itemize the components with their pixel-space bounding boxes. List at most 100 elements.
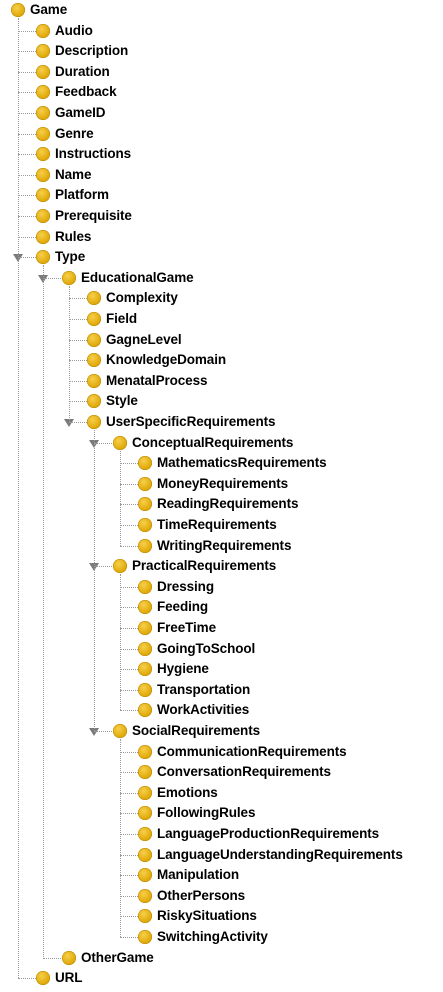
tree-node-prerequisite[interactable]: Prerequisite: [36, 206, 132, 226]
tree-node-genre[interactable]: Genre: [36, 124, 94, 144]
tree-node-label: EducationalGame: [81, 270, 194, 285]
tree-connector-line: [120, 451, 121, 546]
tree-node-language-understanding-requirements[interactable]: LanguageUnderstandingRequirements: [138, 845, 403, 865]
class-bullet-icon: [113, 559, 127, 573]
tree-node-conceptual-requirements[interactable]: ConceptualRequirements: [113, 433, 293, 453]
tree-node-audio[interactable]: Audio: [36, 21, 93, 41]
tree-connector-line: [18, 195, 36, 196]
tree-connector-line: [120, 896, 138, 897]
class-bullet-icon: [87, 291, 101, 305]
tree-node-label: LanguageProductionRequirements: [157, 826, 380, 841]
tree-node-label: Description: [55, 43, 129, 58]
tree-connector-line: [120, 855, 138, 856]
tree-node-instructions[interactable]: Instructions: [36, 144, 131, 164]
tree-node-label: Manipulation: [157, 867, 240, 882]
tree-node-menatal-process[interactable]: MenatalProcess: [87, 371, 208, 391]
tree-node-feedback[interactable]: Feedback: [36, 82, 117, 102]
tree-node-transportation[interactable]: Transportation: [138, 680, 250, 700]
tree-node-label: PracticalRequirements: [132, 558, 277, 573]
tree-node-work-activities[interactable]: WorkActivities: [138, 700, 249, 720]
tree-connector-line: [120, 546, 138, 547]
tree-node-feeding[interactable]: Feeding: [138, 597, 208, 617]
class-bullet-icon: [87, 333, 101, 347]
tree-node-complexity[interactable]: Complexity: [87, 288, 178, 308]
expand-triangle-icon[interactable]: [89, 728, 99, 736]
tree-node-label: ReadingRequirements: [157, 496, 299, 511]
tree-connector-line: [120, 937, 138, 938]
expand-triangle-icon[interactable]: [89, 440, 99, 448]
tree-node-description[interactable]: Description: [36, 41, 128, 61]
class-bullet-icon: [62, 271, 76, 285]
expand-triangle-icon[interactable]: [64, 419, 74, 427]
tree-node-other-game[interactable]: OtherGame: [62, 948, 154, 968]
tree-node-mathematics-requirements[interactable]: MathematicsRequirements: [138, 453, 327, 473]
tree-connector-line: [18, 92, 36, 93]
tree-connector-line: [120, 649, 138, 650]
tree-node-label: URL: [55, 970, 83, 985]
tree-node-label: Platform: [55, 187, 109, 202]
tree-connector-line: [120, 504, 138, 505]
tree-connector-line: [18, 978, 36, 979]
tree-node-risky-situations[interactable]: RiskySituations: [138, 906, 257, 926]
tree-node-manipulation[interactable]: Manipulation: [138, 865, 239, 885]
tree-node-gagne-level[interactable]: GagneLevel: [87, 330, 182, 350]
tree-connector-line: [18, 154, 36, 155]
tree-node-other-persons[interactable]: OtherPersons: [138, 886, 245, 906]
tree-node-communication-requirements[interactable]: CommunicationRequirements: [138, 742, 347, 762]
tree-node-duration[interactable]: Duration: [36, 62, 110, 82]
tree-node-emotions[interactable]: Emotions: [138, 783, 218, 803]
class-bullet-icon: [113, 724, 127, 738]
tree-connector-line: [18, 134, 36, 135]
tree-node-platform[interactable]: Platform: [36, 185, 109, 205]
class-bullet-icon: [138, 621, 152, 635]
tree-node-time-requirements[interactable]: TimeRequirements: [138, 515, 277, 535]
tree-node-social-requirements[interactable]: SocialRequirements: [113, 721, 260, 741]
tree-node-reading-requirements[interactable]: ReadingRequirements: [138, 494, 298, 514]
tree-connector-line: [120, 710, 138, 711]
tree-node-rules[interactable]: Rules: [36, 227, 91, 247]
tree-node-language-production-requirements[interactable]: LanguageProductionRequirements: [138, 824, 379, 844]
tree-node-label: Game: [30, 2, 68, 17]
tree-node-field[interactable]: Field: [87, 309, 137, 329]
expand-triangle-icon[interactable]: [38, 275, 48, 283]
tree-connector-line: [120, 793, 138, 794]
tree-node-going-to-school[interactable]: GoingToSchool: [138, 639, 255, 659]
tree-node-game-id[interactable]: GameID: [36, 103, 106, 123]
class-bullet-icon: [138, 889, 152, 903]
expand-triangle-icon[interactable]: [89, 563, 99, 571]
class-bullet-icon: [36, 127, 50, 141]
tree-node-educational-game[interactable]: EducationalGame: [62, 268, 194, 288]
class-bullet-icon: [87, 374, 101, 388]
tree-node-game[interactable]: Game: [11, 0, 67, 20]
class-bullet-icon: [36, 209, 50, 223]
tree-node-label: GoingToSchool: [157, 641, 256, 656]
tree-node-label: Prerequisite: [55, 208, 132, 223]
tree-connector-line: [120, 587, 138, 588]
tree-node-conversation-requirements[interactable]: ConversationRequirements: [138, 762, 331, 782]
tree-node-label: Rules: [55, 229, 92, 244]
tree-node-money-requirements[interactable]: MoneyRequirements: [138, 474, 288, 494]
tree-node-style[interactable]: Style: [87, 391, 138, 411]
tree-connector-line: [120, 628, 138, 629]
tree-node-name[interactable]: Name: [36, 165, 91, 185]
tree-node-knowledge-domain[interactable]: KnowledgeDomain: [87, 350, 226, 370]
tree-node-user-specific-requirements[interactable]: UserSpecificRequirements: [87, 412, 276, 432]
tree-node-free-time[interactable]: FreeTime: [138, 618, 216, 638]
class-bullet-icon: [138, 765, 152, 779]
tree-node-dressing[interactable]: Dressing: [138, 577, 214, 597]
tree-connector-line: [43, 958, 61, 959]
class-bullet-icon: [36, 65, 50, 79]
tree-node-writing-requirements[interactable]: WritingRequirements: [138, 536, 291, 556]
tree-node-hygiene[interactable]: Hygiene: [138, 659, 209, 679]
tree-node-label: MoneyRequirements: [157, 476, 289, 491]
tree-node-label: OtherGame: [81, 950, 154, 965]
expand-triangle-icon[interactable]: [13, 254, 23, 262]
tree-node-type[interactable]: Type: [36, 247, 85, 267]
tree-node-switching-activity[interactable]: SwitchingActivity: [138, 927, 268, 947]
tree-node-label: UserSpecificRequirements: [106, 414, 276, 429]
tree-node-following-rules[interactable]: FollowingRules: [138, 803, 255, 823]
class-bullet-icon: [36, 85, 50, 99]
class-bullet-icon: [138, 580, 152, 594]
tree-node-practical-requirements[interactable]: PracticalRequirements: [113, 556, 276, 576]
tree-node-url[interactable]: URL: [36, 968, 83, 988]
